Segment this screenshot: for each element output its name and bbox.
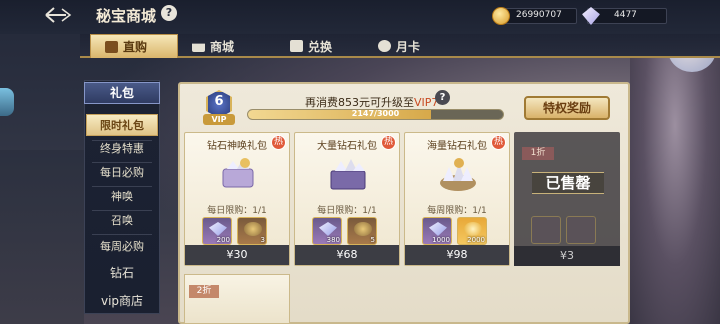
diamond-value: 4477 — [614, 10, 637, 20]
reward-diamond[interactable]: 1000 — [422, 217, 452, 245]
hot-badge: 热 — [271, 135, 286, 150]
tab-direct-buy[interactable]: 直购 — [90, 34, 178, 58]
top-bar: 秘宝商城 ? 26990707 4477 — [0, 0, 720, 34]
sidebar-item-limited[interactable]: 限时礼包 — [86, 114, 158, 136]
sidebar-item-lifetime[interactable]: 终身特惠 — [86, 138, 158, 160]
pack-card-next-row[interactable]: 2折 — [184, 274, 290, 324]
diamond-icon — [209, 222, 227, 236]
gold-value: 26990707 — [516, 10, 562, 20]
discount-badge: 1折 — [522, 147, 554, 160]
scroll-icon — [244, 222, 262, 236]
reward-scroll[interactable]: 5 — [347, 217, 377, 245]
sidebar-item-weekly[interactable]: 每周必购 — [86, 236, 158, 258]
privilege-reward-button[interactable]: 特权奖励 — [524, 96, 610, 120]
sidebar-header-gift[interactable]: 礼包 — [84, 82, 160, 104]
vip-progress-text: 2147/3000 — [351, 109, 400, 118]
gold-coin-icon — [492, 7, 510, 25]
purchase-limit: 每日限购：1/1 — [317, 206, 377, 216]
hot-badge: 热 — [381, 135, 396, 150]
discount-badge: 2折 — [189, 285, 219, 298]
divider — [92, 234, 152, 235]
reward-diamond — [531, 216, 561, 244]
sidebar-category-diamond[interactable]: 钻石 — [84, 262, 160, 284]
vip-upgrade-text: 再消费853元可升级至VIP7 — [305, 96, 439, 109]
exchange-icon — [290, 40, 303, 52]
reward-scroll[interactable]: 3 — [237, 217, 267, 245]
gold-coin-icon — [464, 222, 482, 236]
diamond-icon — [319, 222, 337, 236]
diamond-treasure-icon — [440, 158, 476, 191]
sidebar-item-daily[interactable]: 每日必购 — [86, 162, 158, 184]
tab-monthly-card[interactable]: 月卡 — [378, 34, 420, 58]
help-icon[interactable]: ? — [161, 5, 177, 21]
tab-exchange[interactable]: 兑换 — [290, 34, 332, 58]
reward-diamond[interactable]: 380 — [312, 217, 342, 245]
reward-scroll — [566, 216, 596, 244]
price-label: ¥3 — [514, 246, 620, 266]
pack-card[interactable]: 海量钻石礼包 热 每周限购：1/1 1000 2000 ¥98 — [404, 132, 510, 266]
price-button[interactable]: ¥68 — [295, 245, 399, 265]
vip-progress-bar: 2147/3000 — [247, 109, 504, 120]
vip-level: 6 — [214, 94, 224, 109]
side-avatar[interactable] — [0, 88, 14, 116]
card-icon — [378, 40, 391, 52]
purchase-limit: 每周限购：1/1 — [427, 206, 487, 216]
sidebar-category-vip-shop[interactable]: vip商店 — [84, 290, 160, 312]
pack-card[interactable]: 钻石神唤礼包 热 每日限购：1/1 200 3 ¥30 — [184, 132, 290, 266]
gold-counter: 26990707 — [492, 7, 577, 25]
diamond-pile-icon — [222, 158, 254, 188]
vip-help-icon[interactable]: ? — [435, 90, 450, 105]
vip-label: VIP — [203, 114, 235, 125]
vip-badge[interactable]: 6 VIP — [195, 86, 245, 130]
diamond-icon — [429, 222, 447, 236]
hot-badge: 热 — [491, 135, 506, 150]
shop-icon — [192, 43, 205, 52]
tab-label: 兑换 — [308, 39, 333, 54]
tab-label: 商城 — [210, 39, 235, 54]
price-button[interactable]: ¥30 — [185, 245, 289, 265]
scene-right — [630, 40, 720, 324]
gift-icon — [105, 40, 118, 53]
sold-out-stamp: 已售罄 — [532, 172, 604, 194]
scene-left — [0, 150, 84, 324]
reward-diamond[interactable]: 200 — [202, 217, 232, 245]
sidebar-item-shenhuan[interactable]: 神唤 — [86, 186, 158, 208]
reward-gold[interactable]: 2000 — [457, 217, 487, 245]
sold-out-pack: 1折 已售罄 ¥3 — [514, 132, 620, 266]
back-icon[interactable] — [44, 6, 74, 24]
tab-label: 月卡 — [396, 39, 421, 54]
sidebar-item-summon[interactable]: 召唤 — [86, 210, 158, 232]
diamond-icon — [582, 7, 600, 25]
tab-bar: 直购 商城 兑换 月卡 — [80, 34, 720, 58]
tab-label: 直购 — [123, 40, 148, 54]
tab-shop[interactable]: 商城 — [192, 34, 234, 58]
price-button[interactable]: ¥98 — [405, 245, 509, 265]
pack-card[interactable]: 大量钻石礼包 热 每日限购：1/1 380 5 ¥68 — [294, 132, 400, 266]
diamond-chest-icon — [330, 159, 366, 190]
purchase-limit: 每日限购：1/1 — [207, 206, 267, 216]
diamond-counter: 4477 — [582, 7, 667, 25]
page-title: 秘宝商城 — [96, 7, 157, 25]
scroll-icon — [354, 222, 372, 236]
